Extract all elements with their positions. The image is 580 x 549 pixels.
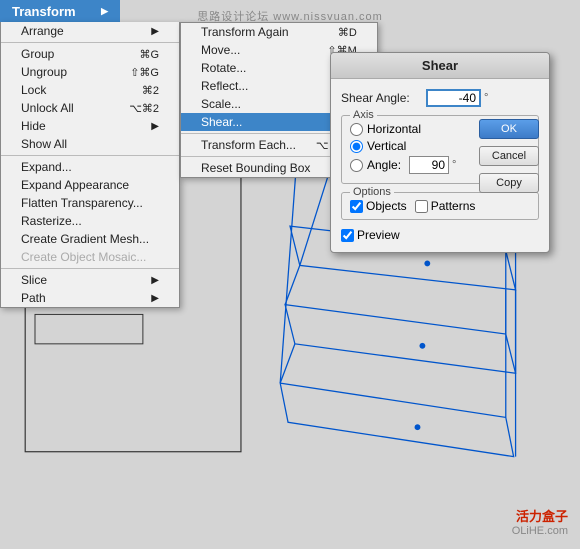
preview-label: Preview <box>357 228 400 242</box>
transform-again-shortcut: ⌘D <box>338 26 357 39</box>
cancel-button[interactable]: Cancel <box>479 146 539 166</box>
menu-item-flatten[interactable]: Flatten Transparency... <box>1 194 179 212</box>
transform-arrow: ▶ <box>101 6 108 17</box>
angle-degree: ° <box>452 159 456 171</box>
dialog-body: Shear Angle: ° Axis Horizontal Vertical … <box>331 79 549 252</box>
object-mosaic-label: Create Object Mosaic... <box>21 250 146 264</box>
shear-angle-label: Shear Angle: <box>341 91 426 105</box>
menu-item-group[interactable]: Group ⌘G <box>1 45 179 63</box>
axis-label: Axis <box>350 109 377 121</box>
transform-each-label: Transform Each... <box>201 138 296 152</box>
patterns-checkbox[interactable] <box>415 200 428 213</box>
patterns-checkbox-row: Patterns <box>415 199 476 213</box>
flatten-label: Flatten Transparency... <box>21 196 143 210</box>
ok-button[interactable]: OK <box>479 119 539 139</box>
shear-angle-row: Shear Angle: ° <box>341 89 539 107</box>
separator-2 <box>1 155 179 156</box>
shear-dialog: Shear Shear Angle: ° Axis Horizontal Ver… <box>330 52 550 253</box>
preview-row: Preview <box>341 228 539 242</box>
menu-item-gradient-mesh[interactable]: Create Gradient Mesh... <box>1 230 179 248</box>
slice-label: Slice <box>21 273 47 287</box>
transform-label: Transform <box>12 4 76 19</box>
angle-radio[interactable] <box>350 159 363 172</box>
gradient-mesh-label: Create Gradient Mesh... <box>21 232 149 246</box>
menu-item-expand-appearance[interactable]: Expand Appearance <box>1 176 179 194</box>
hide-label: Hide <box>21 119 46 133</box>
arrange-label: Arrange <box>21 24 64 38</box>
expand-appearance-label: Expand Appearance <box>21 178 129 192</box>
objects-checkbox[interactable] <box>350 200 363 213</box>
dialog-buttons: OK Cancel Copy <box>479 119 539 197</box>
menu-item-show-all[interactable]: Show All <box>1 135 179 153</box>
horizontal-radio[interactable] <box>350 123 363 136</box>
dialog-title: Shear <box>331 53 549 79</box>
rasterize-label: Rasterize... <box>21 214 82 228</box>
move-label: Move... <box>201 43 240 57</box>
ungroup-label: Ungroup <box>21 65 67 79</box>
transform-again-label: Transform Again <box>201 25 289 39</box>
arrange-arrow: ▶ <box>151 26 159 37</box>
path-arrow: ▶ <box>151 293 159 304</box>
separator-1 <box>1 42 179 43</box>
objects-label: Objects <box>366 199 407 213</box>
menu-item-lock[interactable]: Lock ⌘2 <box>1 81 179 99</box>
menu-item-ungroup[interactable]: Ungroup ⇧⌘G <box>1 63 179 81</box>
shear-degree-symbol: ° <box>484 92 488 104</box>
transform-menu-header[interactable]: Transform ▶ <box>0 0 120 22</box>
group-shortcut: ⌘G <box>139 48 159 61</box>
unlock-all-label: Unlock All <box>21 101 74 115</box>
vertical-label: Vertical <box>367 139 406 153</box>
slice-arrow: ▶ <box>151 275 159 286</box>
lock-label: Lock <box>21 83 46 97</box>
group-label: Group <box>21 47 54 61</box>
shear-label: Shear... <box>201 115 242 129</box>
separator-3 <box>1 268 179 269</box>
shear-angle-input[interactable] <box>426 89 481 107</box>
options-label: Options <box>350 186 394 198</box>
submenu-transform-again[interactable]: Transform Again ⌘D <box>181 23 377 41</box>
patterns-label: Patterns <box>431 199 476 213</box>
reflect-label: Reflect... <box>201 79 248 93</box>
vertical-radio[interactable] <box>350 140 363 153</box>
show-all-label: Show All <box>21 137 67 151</box>
angle-input[interactable] <box>409 156 449 174</box>
menu-item-unlock-all[interactable]: Unlock All ⌥⌘2 <box>1 99 179 117</box>
ungroup-shortcut: ⇧⌘G <box>130 66 159 79</box>
menu-item-hide[interactable]: Hide ▶ <box>1 117 179 135</box>
horizontal-label: Horizontal <box>367 122 421 136</box>
path-label: Path <box>21 291 46 305</box>
menu-item-object-mosaic[interactable]: Create Object Mosaic... <box>1 248 179 266</box>
hide-arrow: ▶ <box>151 121 159 132</box>
menu-item-rasterize[interactable]: Rasterize... <box>1 212 179 230</box>
transform-dropdown: Arrange ▶ Group ⌘G Ungroup ⇧⌘G Lock ⌘2 U… <box>0 22 180 308</box>
unlock-all-shortcut: ⌥⌘2 <box>129 102 159 115</box>
lock-shortcut: ⌘2 <box>142 84 159 97</box>
menu-item-expand[interactable]: Expand... <box>1 158 179 176</box>
rotate-label: Rotate... <box>201 61 246 75</box>
reset-bounding-label: Reset Bounding Box <box>201 161 310 175</box>
copy-button[interactable]: Copy <box>479 173 539 193</box>
menu-item-slice[interactable]: Slice ▶ <box>1 271 179 289</box>
scale-label: Scale... <box>201 97 241 111</box>
expand-label: Expand... <box>21 160 72 174</box>
angle-label: Angle: <box>367 158 401 172</box>
objects-checkbox-row: Objects <box>350 199 407 213</box>
preview-checkbox[interactable] <box>341 229 354 242</box>
menu-item-path[interactable]: Path ▶ <box>1 289 179 307</box>
menu-item-arrange[interactable]: Arrange ▶ <box>1 22 179 40</box>
